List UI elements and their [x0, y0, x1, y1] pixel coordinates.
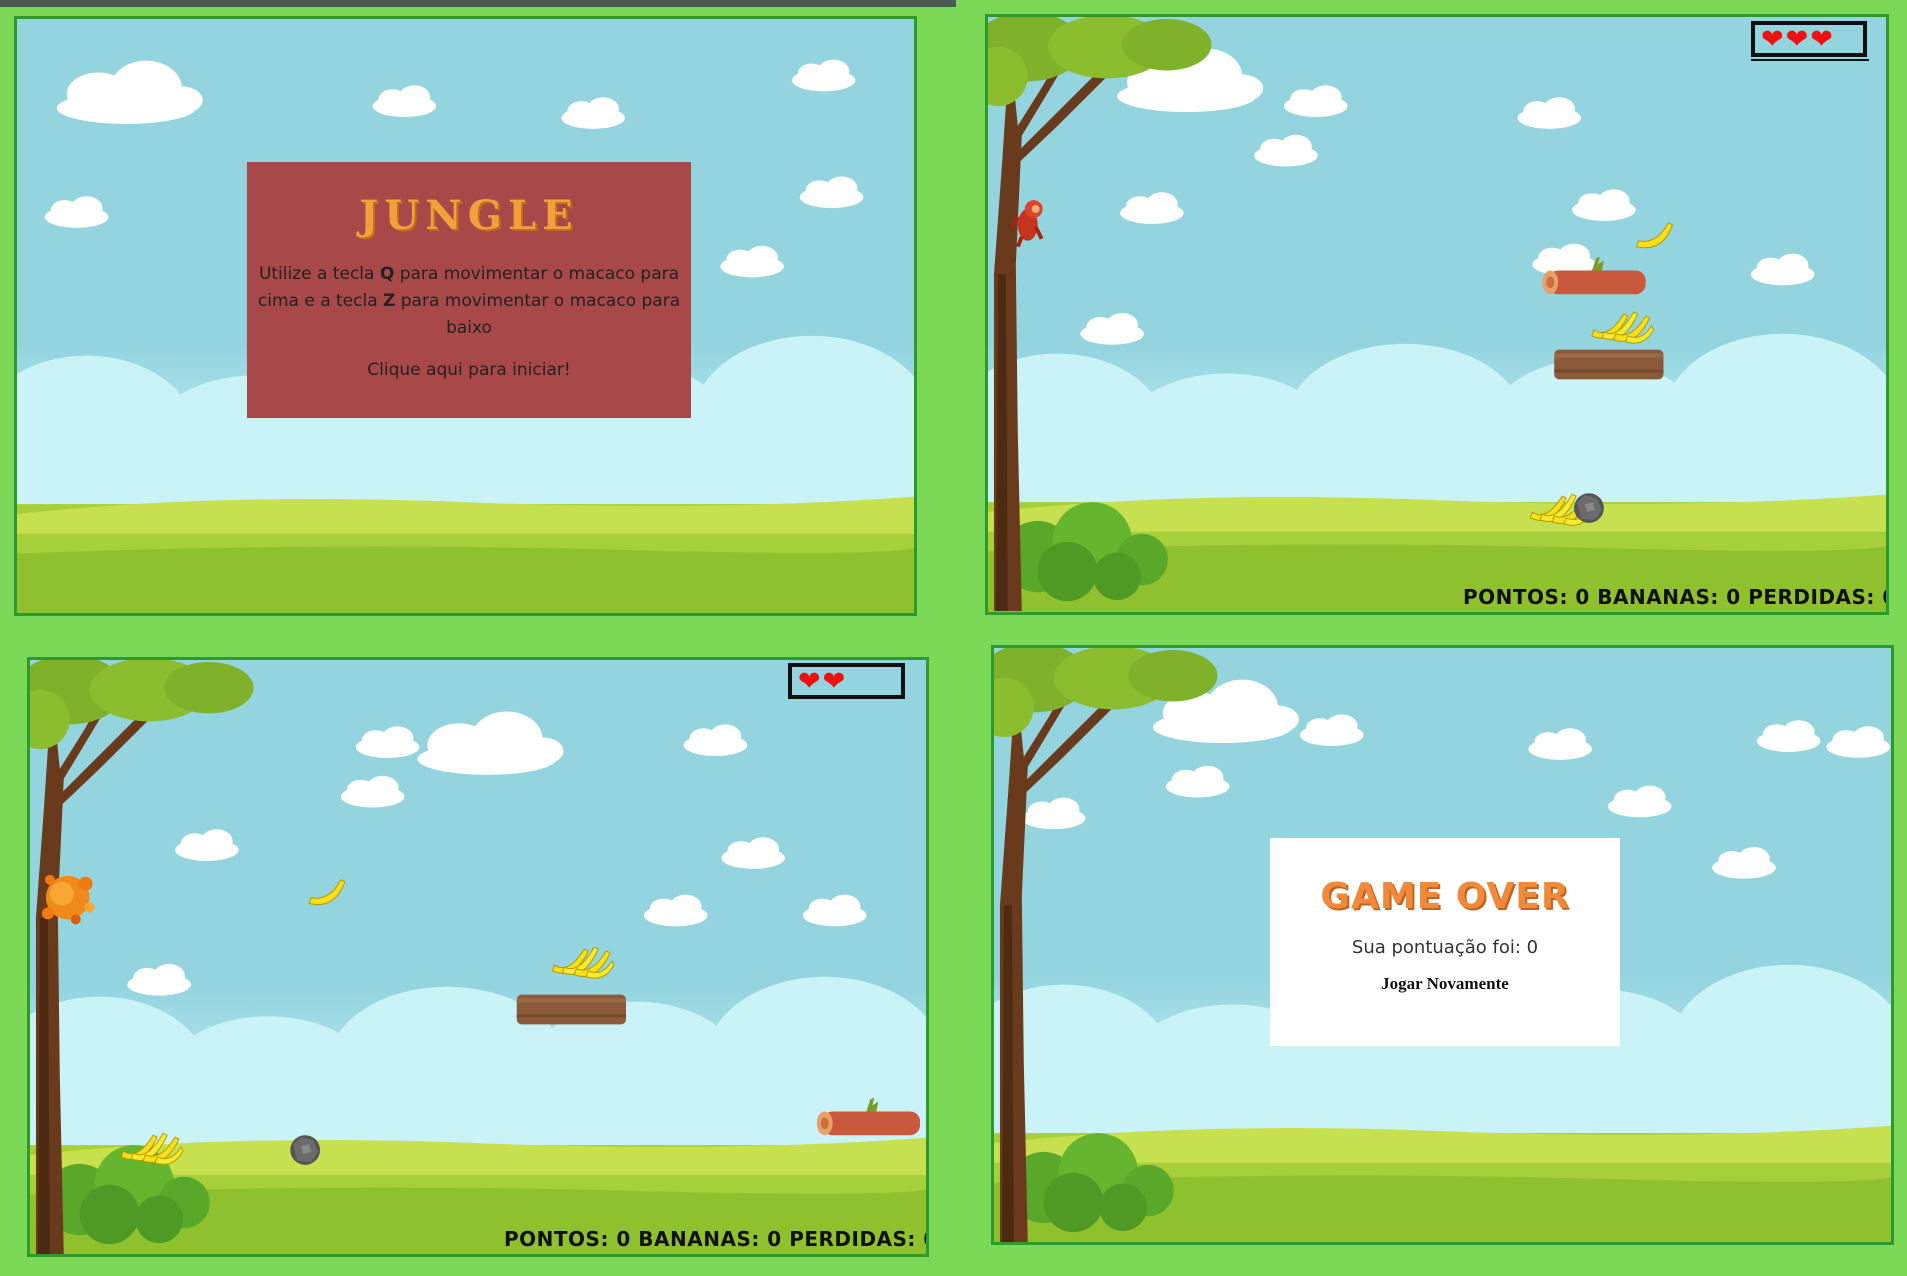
- heart-icon: ❤: [1785, 23, 1809, 55]
- key-down-label: Z: [383, 291, 396, 311]
- score-hud: PONTOS: 0 BANANAS: 0 PERDIDAS: 0: [1463, 585, 1889, 609]
- lives-indicator: ❤ ❤: [788, 663, 905, 699]
- rock-icon: [1574, 493, 1604, 523]
- lives-indicator: ❤ ❤ ❤: [1751, 21, 1867, 57]
- banana-bunch-icon: [552, 946, 615, 979]
- banana-icon: [1636, 222, 1673, 249]
- rock-icon: [290, 1135, 321, 1165]
- key-up-label: Q: [379, 264, 395, 284]
- jungle-background: [988, 17, 1886, 612]
- banana-bunch-icon: [1591, 311, 1655, 344]
- gameplay-panel-1: ❤ ❤ ❤ PONTOS: 0 BANANAS: 0 PERDIDAS: 0: [985, 14, 1889, 615]
- gameplay-panel-2: ❤ ❤ PONTOS: 0 BANANAS: 0 PERDIDAS: 0: [27, 657, 929, 1257]
- log-icon: [1554, 349, 1664, 380]
- final-score-text: Sua pontuação foi: 0: [1351, 937, 1539, 958]
- game-title: JUNGLE: [359, 192, 579, 239]
- log-icon: [516, 994, 627, 1025]
- start-game-link[interactable]: Clique aqui para iniciar!: [247, 360, 691, 380]
- game-over-panel: GAME OVER Sua pontuação foi: 0 Jogar Nov…: [991, 645, 1894, 1245]
- explosion-icon: [41, 874, 95, 925]
- heart-icon: ❤: [822, 665, 846, 697]
- banana-icon: [308, 879, 346, 906]
- score-hud: PONTOS: 0 BANANAS: 0 PERDIDAS: 0: [504, 1227, 929, 1251]
- game-over-dialog: GAME OVER Sua pontuação foi: 0 Jogar Nov…: [1270, 838, 1620, 1046]
- lives-underline: [1751, 59, 1869, 61]
- heart-icon: ❤: [798, 665, 821, 697]
- jungle-background: [30, 660, 926, 1254]
- start-dialog[interactable]: JUNGLE Utilize a tecla Q para movimentar…: [247, 162, 691, 418]
- play-again-button[interactable]: Jogar Novamente: [1270, 974, 1620, 994]
- instructions-text: Utilize a tecla Q para movimentar o maca…: [257, 264, 681, 338]
- heart-icon: ❤: [1810, 23, 1833, 55]
- start-screen-panel: JUNGLE Utilize a tecla Q para movimentar…: [14, 16, 917, 616]
- game-over-title: GAME OVER: [1320, 876, 1570, 917]
- top-bar: [0, 0, 956, 7]
- heart-icon: ❤: [1761, 23, 1784, 55]
